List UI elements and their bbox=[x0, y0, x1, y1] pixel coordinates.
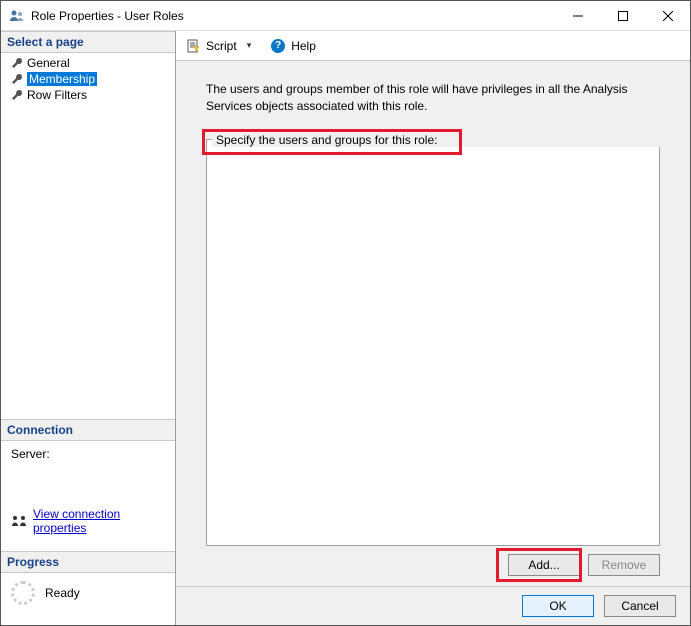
wrench-icon bbox=[11, 57, 23, 69]
right-panel: Script ▾ ? Help The users and groups mem… bbox=[176, 31, 690, 625]
page-label: General bbox=[27, 56, 70, 70]
page-item-row-filters[interactable]: Row Filters bbox=[1, 87, 175, 103]
cancel-button[interactable]: Cancel bbox=[604, 595, 676, 617]
maximize-button[interactable] bbox=[600, 1, 645, 30]
help-icon: ? bbox=[271, 39, 285, 53]
connection-icon bbox=[11, 514, 27, 528]
close-button[interactable] bbox=[645, 1, 690, 30]
titlebar: Role Properties - User Roles bbox=[1, 1, 690, 31]
progress-body: Ready bbox=[1, 573, 175, 625]
window-title: Role Properties - User Roles bbox=[31, 9, 555, 23]
specify-label: Specify the users and groups for this ro… bbox=[212, 133, 660, 147]
wrench-icon bbox=[11, 89, 23, 101]
page-label: Membership bbox=[27, 72, 97, 86]
page-list: General Membership Row Filters bbox=[1, 53, 175, 105]
page-item-membership[interactable]: Membership bbox=[1, 71, 175, 87]
left-panel: Select a page General Membership bbox=[1, 31, 176, 625]
script-dropdown-icon[interactable]: ▾ bbox=[243, 40, 256, 51]
view-connection-link[interactable]: View connection properties bbox=[33, 507, 165, 535]
remove-button: Remove bbox=[588, 554, 660, 576]
script-button[interactable]: Script bbox=[206, 39, 237, 53]
dialog-window: Role Properties - User Roles Select a pa… bbox=[0, 0, 691, 626]
view-connection-row: View connection properties bbox=[1, 501, 175, 551]
select-page-header: Select a page bbox=[1, 31, 175, 53]
help-button[interactable]: Help bbox=[291, 39, 316, 53]
progress-status: Ready bbox=[45, 586, 80, 600]
page-item-general[interactable]: General bbox=[1, 55, 175, 71]
dialog-footer: OK Cancel bbox=[176, 586, 690, 625]
content-area: The users and groups member of this role… bbox=[176, 61, 690, 586]
role-icon bbox=[9, 8, 25, 24]
wrench-icon bbox=[11, 73, 23, 85]
minimize-button[interactable] bbox=[555, 1, 600, 30]
add-button[interactable]: Add... bbox=[508, 554, 580, 576]
connection-header: Connection bbox=[1, 419, 175, 441]
members-listbox[interactable] bbox=[206, 139, 660, 546]
description-text: The users and groups member of this role… bbox=[206, 81, 660, 115]
ok-button[interactable]: OK bbox=[522, 595, 594, 617]
progress-header: Progress bbox=[1, 551, 175, 573]
toolbar: Script ▾ ? Help bbox=[176, 31, 690, 61]
connection-body: Server: bbox=[1, 441, 175, 501]
page-label: Row Filters bbox=[27, 88, 87, 102]
progress-spinner-icon bbox=[11, 581, 35, 605]
script-icon bbox=[186, 39, 200, 53]
server-label: Server: bbox=[11, 447, 165, 461]
member-buttons: Add... Remove bbox=[206, 546, 660, 576]
members-fieldset: Specify the users and groups for this ro… bbox=[206, 133, 660, 546]
window-controls bbox=[555, 1, 690, 30]
